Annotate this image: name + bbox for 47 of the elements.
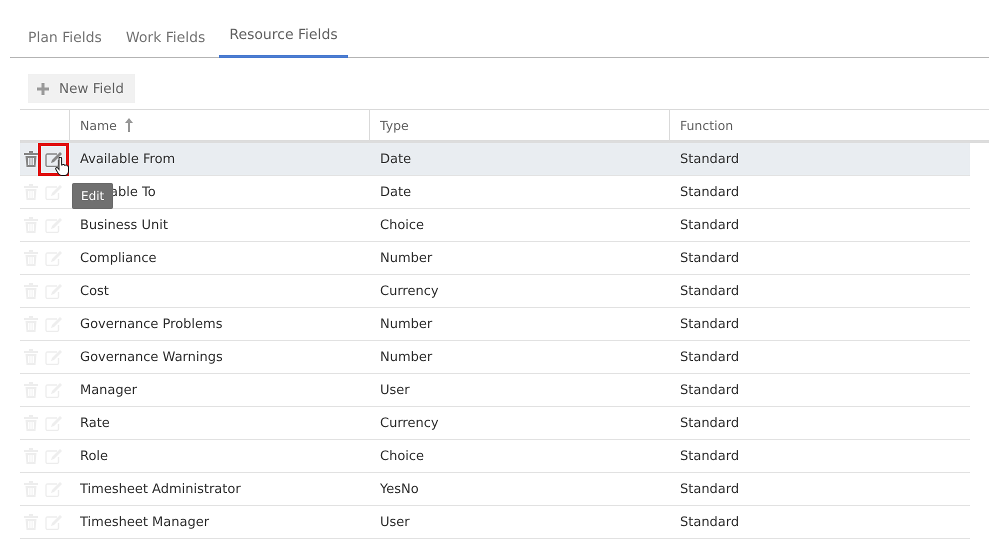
tab[interactable]: Resource Fields [219,24,348,58]
new-field-button[interactable]: New Field [28,74,135,103]
table-cell: Standard [680,382,740,398]
table-cell: Cost [80,284,109,298]
table-cell: Choice [380,448,424,464]
table-cell: Standard [680,316,740,332]
column-header[interactable]: Function [680,118,734,132]
table-cell: Standard [680,350,740,364]
table-cell: Timesheet Administrator [80,482,241,496]
table-cell: Available From [80,152,176,166]
table-cell: YesNo [380,482,419,496]
tab[interactable]: Work Fields [116,24,216,57]
table-cell: Governance Problems [80,316,222,332]
table-cell: Rate [80,416,110,430]
column-header[interactable]: Name [80,118,117,132]
table-cell: Standard [680,218,740,232]
table-cell: Standard [680,514,740,530]
table-cell: User [380,382,410,398]
table-cell: Standard [680,482,740,496]
table-cell: Standard [680,184,740,200]
table-cell: User [380,514,410,530]
table-cell: Currency [380,416,439,430]
table-cell: Standard [680,152,740,166]
table-cell: Standard [680,284,740,298]
tab[interactable]: Plan Fields [18,24,112,57]
plus-icon [37,82,49,94]
table-cell: Date [380,152,412,166]
table-cell: Number [380,316,432,332]
hand-cursor-icon [55,156,69,176]
table-cell: Choice [380,218,424,232]
table-cell: Number [380,250,432,266]
trash-icon[interactable] [24,151,38,167]
table-cell: Number [380,350,432,364]
table-cell: Compliance [80,250,157,266]
table-cell: Standard [680,448,740,464]
tooltip: Edit [72,183,114,209]
column-header[interactable]: Type [380,118,409,132]
table-cell: Role [80,448,108,464]
table-cell: Governance Warnings [80,350,223,364]
edit-icon[interactable] [44,151,62,167]
table-cell: Business Unit [80,218,168,232]
table-cell: Standard [680,250,740,266]
table-cell: Date [380,184,412,200]
table-cell: Standard [680,416,740,430]
table-cell: Currency [380,284,439,298]
table-cell: Manager [80,382,137,398]
table-cell: Timesheet Manager [80,514,210,530]
